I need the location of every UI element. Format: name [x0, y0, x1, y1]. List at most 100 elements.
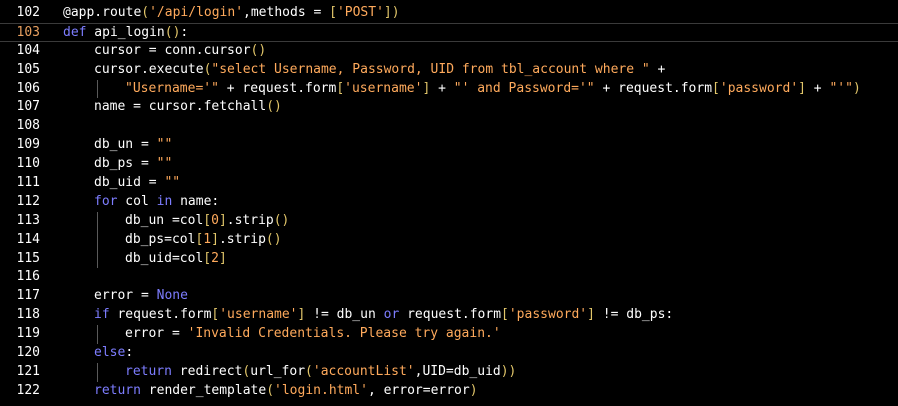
- code-token: @app.route: [63, 5, 142, 20]
- code-token: col: [117, 193, 157, 209]
- code-token: name = cursor.fetchall: [94, 99, 267, 115]
- indent-guide: [97, 230, 98, 250]
- code-token: , error=error: [367, 382, 470, 398]
- code-line[interactable]: 116: [0, 268, 898, 287]
- code-line[interactable]: 103 def api_login():: [0, 22, 898, 43]
- code-text: @app.route('/api/login',methods = ['POST…: [63, 4, 400, 23]
- code-token: (): [250, 42, 267, 58]
- code-line[interactable]: 102 @app.route('/api/login',methods = ['P…: [0, 4, 898, 23]
- code-token: None: [156, 288, 188, 304]
- code-line[interactable]: 122 return render_template('login.html', …: [0, 382, 898, 401]
- code-token: error =: [94, 288, 157, 304]
- code-line[interactable]: 106 "Username='" + request.form['username…: [0, 79, 898, 99]
- indent-guide: [97, 362, 98, 382]
- code-token: return: [94, 382, 141, 398]
- line-number: 104: [16, 42, 40, 58]
- line-number: 118: [16, 307, 40, 323]
- code-token: (): [265, 231, 282, 247]
- code-token: + request.form: [594, 80, 713, 96]
- code-token: + request.form: [218, 80, 337, 96]
- code-token: (): [164, 24, 181, 40]
- line-number: 120: [16, 345, 40, 361]
- line-number: 111: [16, 175, 40, 191]
- code-token: ,methods =: [243, 5, 330, 20]
- code-line[interactable]: 114 db_ps=col[1].strip(): [0, 230, 898, 250]
- code-token: +: [805, 80, 830, 96]
- code-line[interactable]: 115 db_uid=col[2]: [0, 249, 898, 269]
- indent-guide: [97, 211, 98, 231]
- code-token: db_ps=col: [125, 231, 196, 247]
- code-text: name = cursor.fetchall(): [94, 98, 282, 117]
- code-text: cursor = conn.cursor(): [94, 42, 266, 61]
- code-text: cursor.execute("select Username, Passwor…: [94, 61, 665, 80]
- code-text: for col in name:: [94, 193, 219, 212]
- code-token: "": [156, 137, 173, 153]
- code-token: '/api/login': [149, 5, 244, 20]
- code-token: ,UID=db_uid: [414, 363, 501, 379]
- code-token: db_un =: [94, 137, 157, 153]
- code-token: 'password': [508, 307, 588, 323]
- code-token: if: [94, 307, 110, 323]
- code-token: ): [469, 382, 478, 398]
- line-number: 112: [16, 193, 40, 209]
- line-number: 113: [16, 212, 40, 228]
- code-token: != db_ps:: [594, 307, 674, 323]
- line-number: 114: [16, 231, 40, 247]
- code-token: [: [712, 80, 720, 96]
- code-line[interactable]: 112 for col in name:: [0, 193, 898, 212]
- code-token: cursor = conn.cursor: [94, 42, 251, 58]
- indent-guide: [97, 325, 98, 345]
- code-line[interactable]: 104 cursor = conn.cursor(): [0, 42, 898, 61]
- code-token: [: [501, 307, 509, 323]
- code-text: return redirect(url_for('accountList',UI…: [125, 363, 516, 382]
- code-token: "'": [829, 80, 853, 96]
- code-line[interactable]: 119 error = 'Invalid Credentials. Please …: [0, 325, 898, 345]
- code-text: db_un =col[0].strip(): [125, 212, 289, 231]
- code-text: error = None: [94, 287, 188, 306]
- line-number: 121: [16, 363, 40, 379]
- code-line[interactable]: 121 return redirect(url_for('accountList'…: [0, 362, 898, 382]
- code-line[interactable]: 108: [0, 117, 898, 136]
- code-token: [: [329, 5, 337, 20]
- code-token: ]: [218, 250, 227, 266]
- code-token: in: [156, 193, 173, 209]
- code-token: 'Invalid Credentials. Please try again.': [187, 326, 501, 342]
- code-line[interactable]: 111 db_uid = "": [0, 174, 898, 193]
- code-token: error =: [125, 326, 188, 342]
- code-token: url_for: [250, 363, 306, 379]
- code-line[interactable]: 107 name = cursor.fetchall(): [0, 98, 898, 117]
- code-line[interactable]: 117 error = None: [0, 287, 898, 306]
- code-token: (: [305, 363, 313, 379]
- code-line[interactable]: 109 db_un = "": [0, 136, 898, 155]
- line-number: 105: [16, 61, 40, 77]
- line-number: 103: [16, 24, 40, 40]
- code-token: "": [164, 175, 181, 191]
- code-token: +: [430, 80, 454, 96]
- code-text: db_un = "": [94, 136, 172, 155]
- line-number: 110: [16, 156, 40, 172]
- code-token: ]: [218, 212, 227, 228]
- code-token: ]: [587, 307, 595, 323]
- code-line[interactable]: 110 db_ps = "": [0, 155, 898, 174]
- line-number: 109: [16, 137, 40, 153]
- code-line[interactable]: 105 cursor.execute("select Username, Pass…: [0, 61, 898, 80]
- line-number: 115: [16, 250, 40, 266]
- code-line[interactable]: 118 if request.form['username'] != db_un …: [0, 306, 898, 325]
- code-token: api_login: [86, 24, 165, 40]
- code-editor[interactable]: 102 @app.route('/api/login',methods = ['P…: [0, 0, 898, 406]
- code-line[interactable]: 113 db_un =col[0].strip(): [0, 211, 898, 231]
- code-token: return: [125, 363, 172, 379]
- code-token: != db_un: [305, 307, 384, 323]
- line-number: 119: [16, 326, 40, 342]
- code-token: +: [649, 61, 666, 77]
- code-token: 'password': [719, 80, 799, 96]
- indent-guide: [97, 79, 98, 99]
- code-token: 0: [211, 212, 219, 228]
- code-token: 1: [203, 231, 212, 247]
- code-text: "Username='" + request.form['username'] …: [125, 80, 861, 99]
- code-token: :: [125, 345, 134, 361]
- code-token: ]): [383, 5, 400, 20]
- code-line[interactable]: 120 else:: [0, 344, 898, 363]
- code-text: def api_login():: [63, 24, 188, 43]
- code-token: .strip: [218, 231, 266, 247]
